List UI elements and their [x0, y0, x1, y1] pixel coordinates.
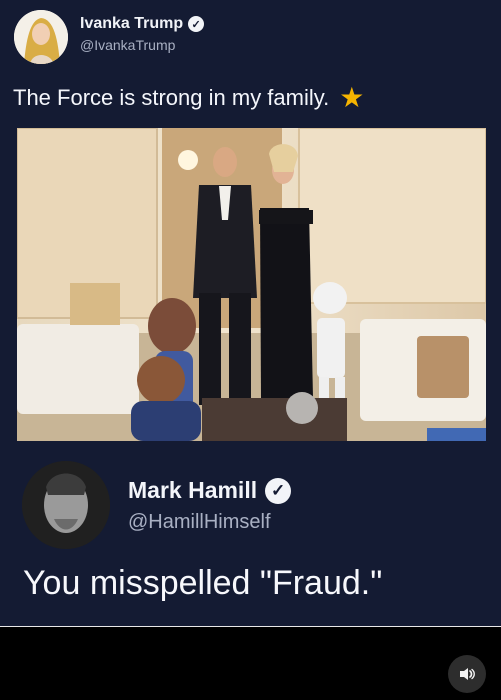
video-controls-bar: [0, 627, 501, 700]
author-name-row: Mark Hamill ✓: [128, 477, 292, 504]
author-handle[interactable]: @HamillHimself: [128, 511, 271, 534]
avatar-ivanka-illustration: [14, 10, 68, 64]
screenshot-frame: Ivanka Trump ✓ @IvankaTrump The Force is…: [0, 0, 501, 700]
author-name[interactable]: Ivanka Trump: [80, 15, 183, 33]
tweet-card: Ivanka Trump ✓ @IvankaTrump The Force is…: [0, 0, 501, 627]
speaker-icon: [460, 668, 475, 680]
sound-button[interactable]: [448, 655, 486, 693]
tweet-text-row: The Force is strong in my family. ★: [13, 84, 364, 112]
tweet-text: You misspelled "Fraud.": [23, 564, 383, 602]
family-photo-illustration: [17, 128, 486, 441]
avatar[interactable]: [14, 10, 68, 64]
tweet-text: The Force is strong in my family.: [13, 85, 330, 110]
verified-badge-icon: ✓: [265, 477, 292, 504]
verified-badge-icon: ✓: [188, 16, 205, 32]
author-handle[interactable]: @IvankaTrump: [80, 37, 175, 53]
avatar[interactable]: [22, 461, 110, 549]
author-name-row: Ivanka Trump ✓: [80, 15, 205, 33]
star-icon: ★: [339, 82, 365, 113]
author-name[interactable]: Mark Hamill: [128, 477, 257, 504]
tweet-photo[interactable]: [17, 128, 486, 441]
avatar-mark-hamill-illustration: [22, 461, 110, 549]
